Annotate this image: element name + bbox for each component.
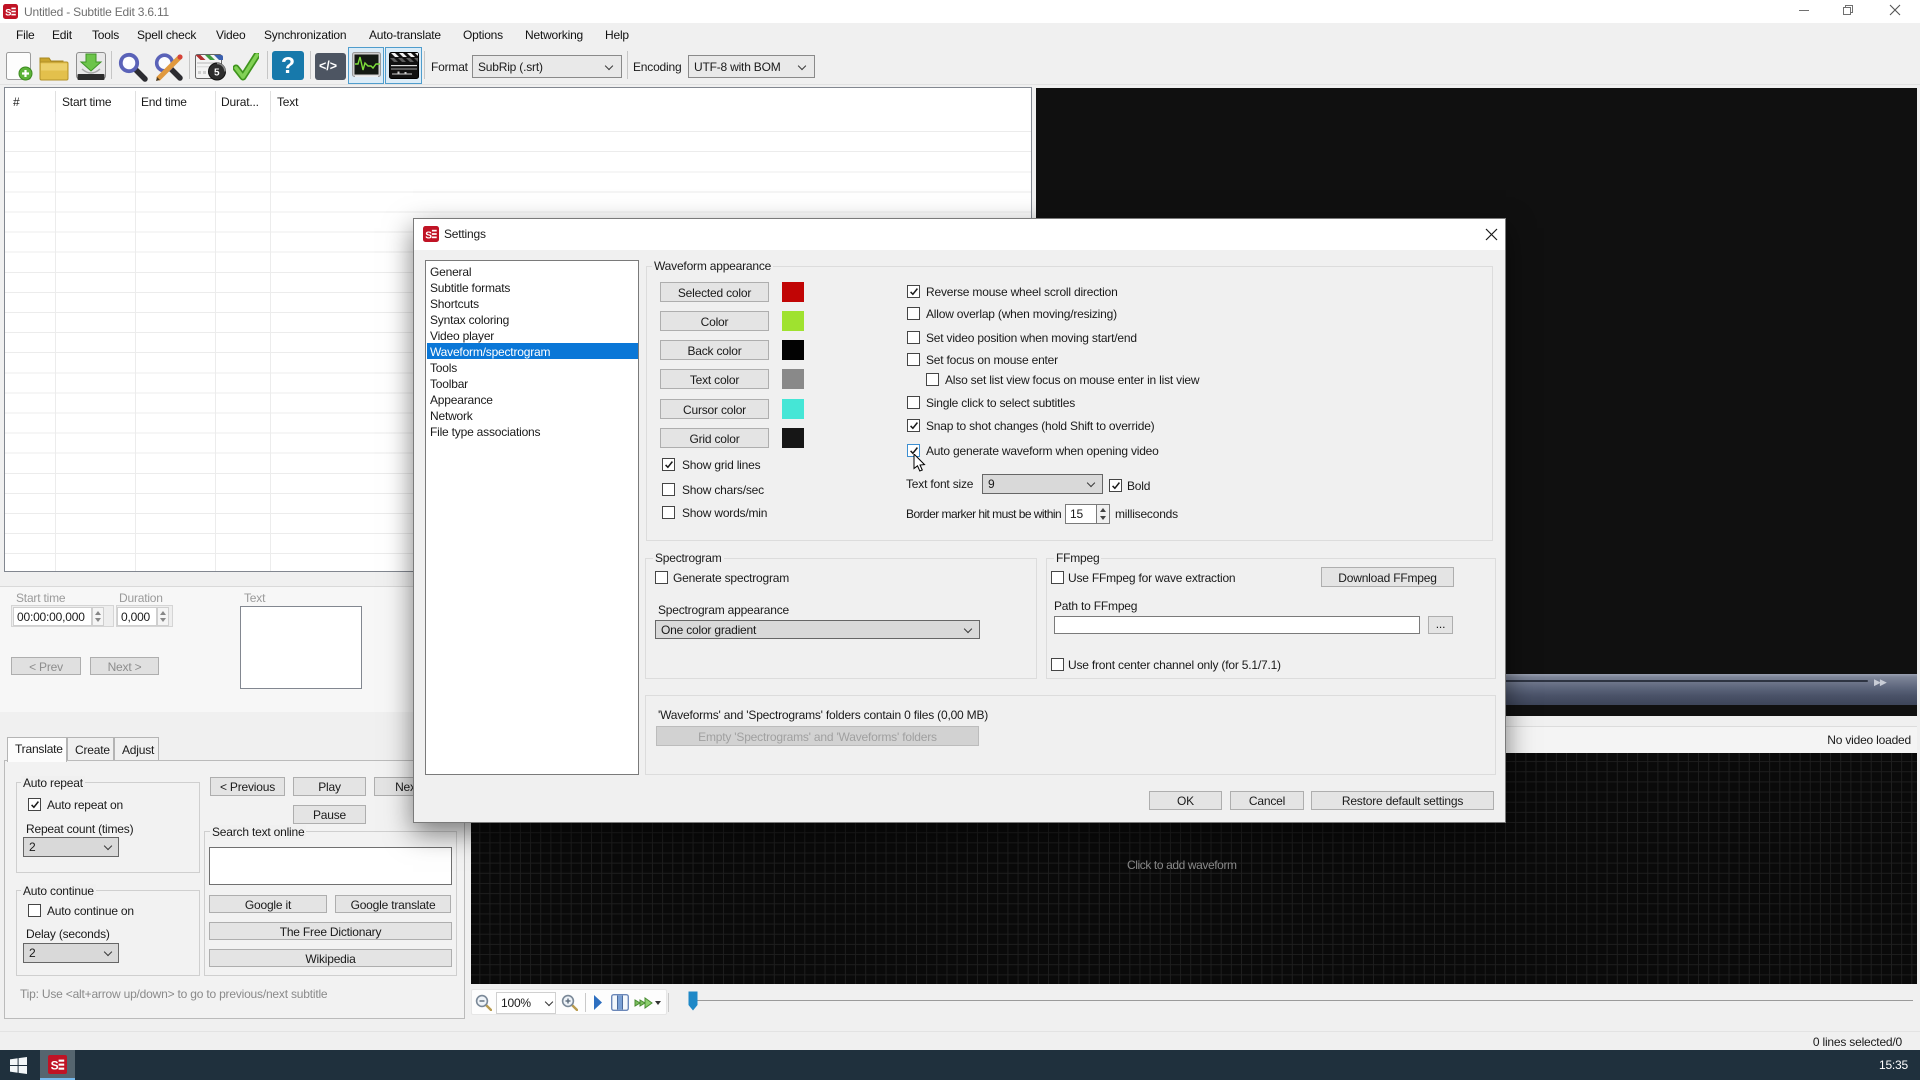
svg-text:S: S xyxy=(425,230,432,241)
svg-text:5: 5 xyxy=(214,68,220,79)
svg-text:S: S xyxy=(51,1059,59,1073)
svg-text:S: S xyxy=(5,8,11,19)
